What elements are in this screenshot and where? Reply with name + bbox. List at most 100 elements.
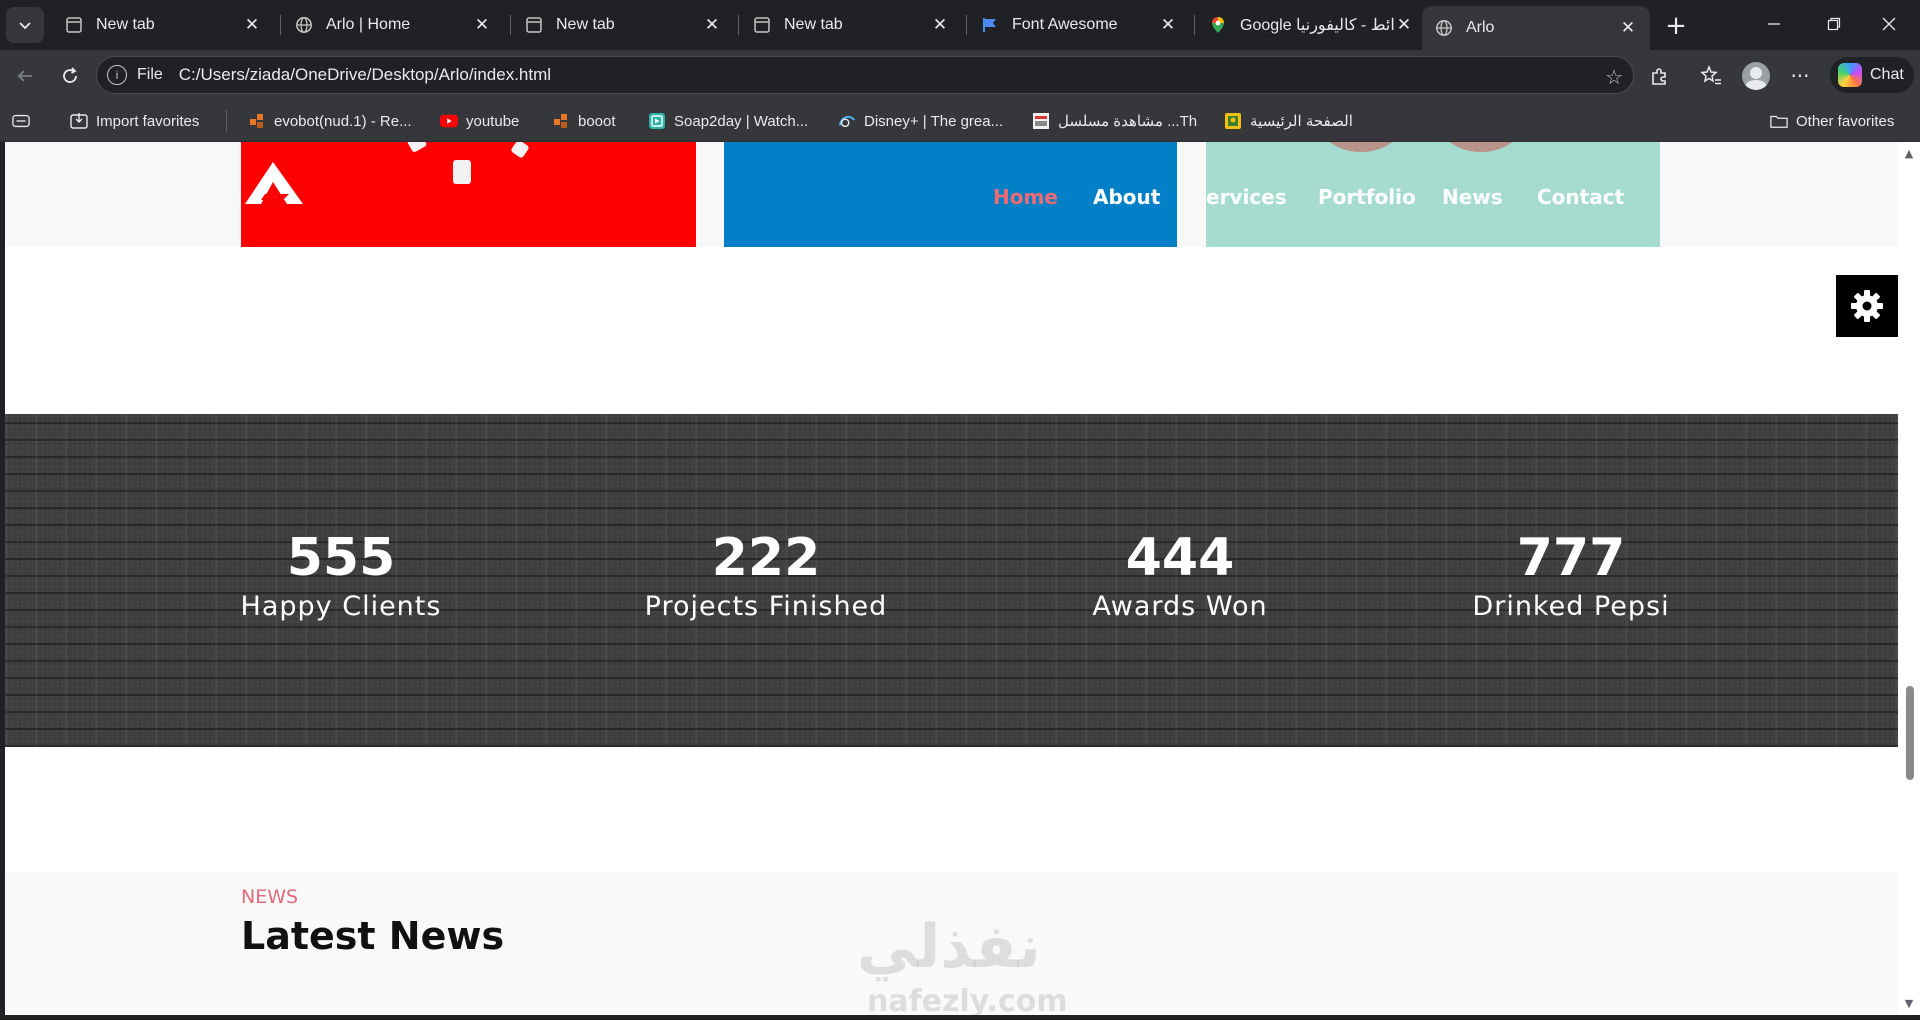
arlo-logo-icon xyxy=(245,162,303,204)
tab-arlo-active[interactable]: Arlo ✕ xyxy=(1422,6,1650,50)
tab-divider xyxy=(280,15,281,35)
scrollbar-thumb[interactable] xyxy=(1906,686,1914,780)
tab-google-maps[interactable]: Google خرائط - كاليفورنيا ✕ xyxy=(1196,6,1418,44)
globe-icon xyxy=(294,15,314,35)
watermark-arabic: نفذلي xyxy=(857,912,1041,982)
soap2day-icon xyxy=(648,112,666,130)
tab-divider xyxy=(1194,15,1195,35)
chevron-down-icon xyxy=(19,22,31,30)
decor-shape xyxy=(1316,142,1406,152)
favorites-star-icon xyxy=(1700,65,1721,85)
stat-value: 444 xyxy=(1125,528,1235,588)
portfolio-card-red[interactable] xyxy=(241,142,696,247)
stat-label: Projects Finished xyxy=(644,591,888,622)
nav-portfolio[interactable]: Portfolio xyxy=(1318,182,1416,212)
close-icon[interactable]: ✕ xyxy=(472,15,492,35)
tab-new-2[interactable]: New tab ✕ xyxy=(512,6,734,44)
page-scrollbar[interactable]: ▲ ▼ xyxy=(1898,142,1920,1015)
url-text[interactable]: C:/Users/ziada/OneDrive/Desktop/Arlo/ind… xyxy=(179,65,551,85)
page-icon xyxy=(64,15,84,35)
settings-toggle-button[interactable] xyxy=(1836,275,1898,337)
stat-label: Awards Won xyxy=(1092,591,1268,622)
close-icon[interactable]: ✕ xyxy=(1618,18,1638,38)
tablet-icon xyxy=(12,112,30,130)
minimize-button[interactable] xyxy=(1745,0,1803,48)
bookmark-youtube[interactable]: youtube xyxy=(440,108,519,134)
maps-pin-icon xyxy=(1208,15,1228,35)
decor-shape xyxy=(453,160,471,184)
tab-font-awesome[interactable]: Font Awesome ✕ xyxy=(968,6,1190,44)
tab-divider xyxy=(966,15,967,35)
tab-divider xyxy=(510,15,511,35)
reload-icon xyxy=(63,67,77,83)
back-button[interactable] xyxy=(11,62,39,90)
bookmark-soap2day[interactable]: Soap2day | Watch... xyxy=(648,108,808,134)
nav-news[interactable]: News xyxy=(1442,182,1503,212)
tab-actions-menu[interactable] xyxy=(6,7,44,43)
close-icon[interactable]: ✕ xyxy=(930,15,950,35)
close-icon[interactable]: ✕ xyxy=(702,15,722,35)
bookmark-label: Disney+ | The grea... xyxy=(864,112,1004,130)
bookmarks-bar: Import favorites evobot(nud.1) - Re... y… xyxy=(0,100,1920,142)
close-icon[interactable]: ✕ xyxy=(1394,15,1414,35)
star-icon[interactable]: ☆ xyxy=(1605,65,1623,89)
site-icon xyxy=(1032,112,1050,130)
bookmarks-divider xyxy=(226,110,227,132)
close-icon[interactable]: ✕ xyxy=(1158,15,1178,35)
nav-about[interactable]: About xyxy=(1093,182,1160,212)
stat-value: 222 xyxy=(711,528,821,588)
scroll-up-arrow-icon[interactable]: ▲ xyxy=(1904,147,1914,160)
nav-contact[interactable]: Contact xyxy=(1537,182,1624,212)
tab-arlo-home[interactable]: Arlo | Home ✕ xyxy=(282,6,504,44)
page-icon xyxy=(524,15,544,35)
minimize-icon xyxy=(1768,23,1780,25)
address-bar[interactable]: i File C:/Users/ziada/OneDrive/Desktop/A… xyxy=(96,56,1634,94)
close-window-button[interactable] xyxy=(1860,0,1918,48)
bookmark-import-favorites[interactable]: Import favorites xyxy=(70,108,199,134)
watermark-domain: nafezly.com xyxy=(867,984,1068,1015)
info-icon[interactable]: i xyxy=(107,65,127,85)
bookmark-disney[interactable]: Disney+ | The grea... xyxy=(838,108,1003,134)
scroll-down-arrow-icon[interactable]: ▼ xyxy=(1904,997,1914,1010)
bookmark-label: Other favorites xyxy=(1796,112,1895,130)
bookmark-label: evobot(nud.1) - Re... xyxy=(274,112,412,130)
chat-label: Chat xyxy=(1870,66,1904,83)
evobot-icon xyxy=(552,112,570,130)
stat-happy-clients: 555 Happy Clients xyxy=(181,527,501,625)
stat-value: 777 xyxy=(1516,528,1626,588)
puzzle-icon xyxy=(1652,68,1666,85)
favorites-button[interactable] xyxy=(1697,62,1725,90)
reload-button[interactable] xyxy=(56,62,84,90)
bookmark-other-favorites[interactable]: Other favorites xyxy=(1770,108,1894,134)
tab-new-1[interactable]: New tab ✕ xyxy=(52,6,274,44)
bookmark-label: booot xyxy=(578,112,616,130)
more-menu-button[interactable]: ··· xyxy=(1786,62,1814,90)
close-icon[interactable]: ✕ xyxy=(242,15,262,35)
tab-strip: New tab ✕ Arlo | Home ✕ New tab ✕ New ta… xyxy=(0,0,1920,50)
nav-home[interactable]: Home xyxy=(993,182,1058,212)
import-icon xyxy=(70,112,88,130)
reading-list-button[interactable] xyxy=(12,108,38,134)
stats-section: 555 Happy Clients 222 Projects Finished … xyxy=(5,414,1898,747)
globe-icon xyxy=(1434,18,1454,38)
stat-value: 555 xyxy=(286,528,396,588)
profile-avatar[interactable] xyxy=(1742,62,1770,90)
decor-shape xyxy=(510,142,530,159)
nav-services[interactable]: ervices xyxy=(1206,182,1287,212)
bookmark-booot[interactable]: booot xyxy=(552,108,616,134)
copilot-chat-button[interactable]: Chat xyxy=(1830,57,1914,93)
gear-icon xyxy=(1851,290,1883,322)
stat-label: Happy Clients xyxy=(240,591,442,622)
extensions-button[interactable] xyxy=(1646,62,1674,90)
bookmark-homepage[interactable]: الصفحة الرئيسية xyxy=(1224,108,1353,134)
restore-button[interactable] xyxy=(1805,0,1863,48)
bookmark-evobot[interactable]: evobot(nud.1) - Re... xyxy=(248,108,412,134)
bookmark-series[interactable]: مشاهدة مسلسل ...Th xyxy=(1032,108,1197,134)
copilot-icon xyxy=(1838,63,1862,87)
stat-drinked-pepsi: 777 Drinked Pepsi xyxy=(1411,527,1731,625)
tab-new-3[interactable]: New tab ✕ xyxy=(740,6,962,44)
bookmark-label: الصفحة الرئيسية xyxy=(1250,113,1353,130)
new-tab-button[interactable]: + xyxy=(1660,10,1692,42)
tab-title: New tab xyxy=(556,16,615,33)
page-icon xyxy=(752,15,772,35)
